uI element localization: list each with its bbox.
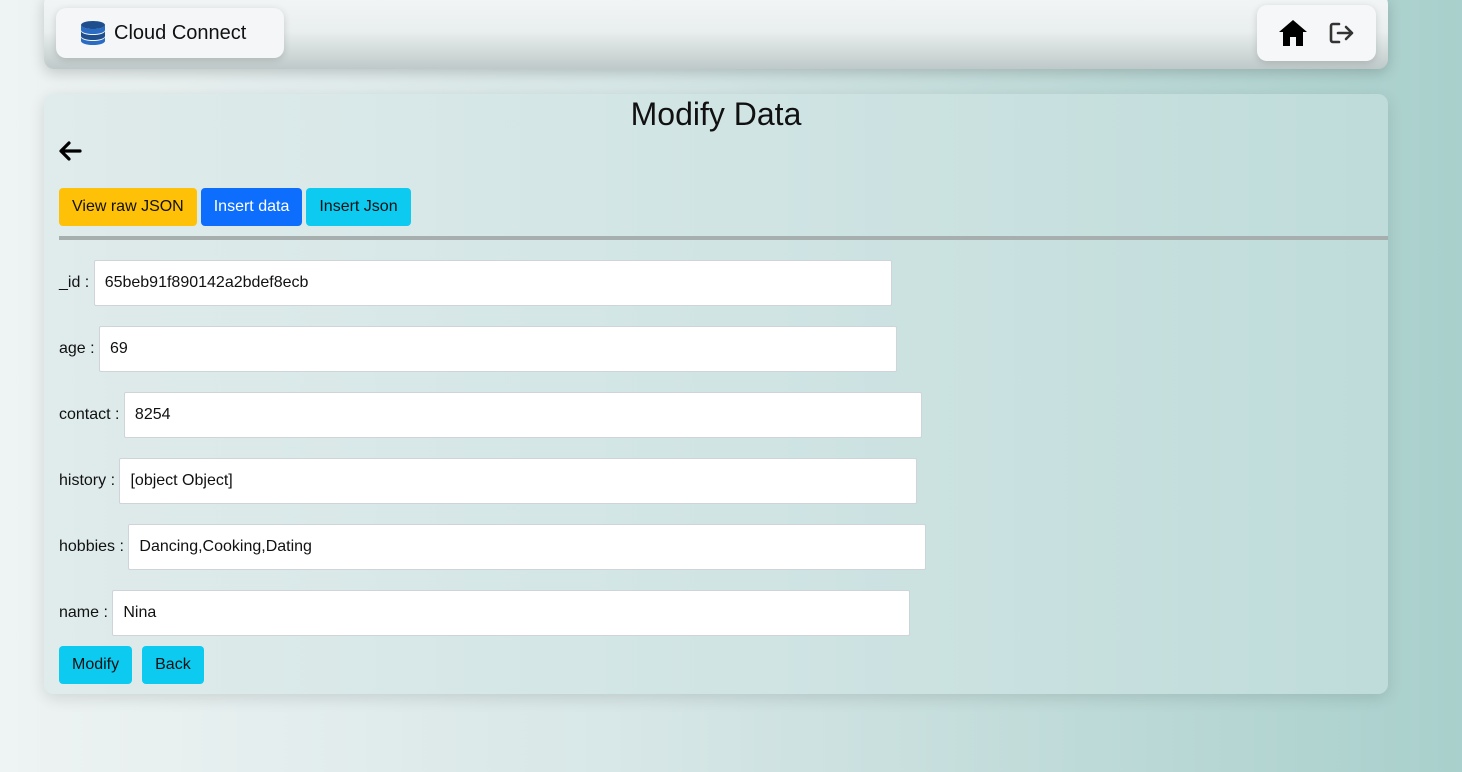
view-raw-json-button[interactable]: View raw JSON	[59, 188, 197, 226]
field-contact: contact :	[59, 392, 922, 438]
field-label-history: history :	[59, 472, 120, 489]
field-age: age :	[59, 326, 898, 372]
home-icon[interactable]	[1278, 19, 1308, 47]
field-history: history :	[59, 458, 918, 504]
navbar: Cloud Connect	[44, 0, 1388, 69]
form-actions: Modify Back	[59, 646, 204, 684]
divider	[59, 236, 1388, 240]
toolbar: View raw JSON Insert data Insert Json	[59, 188, 411, 226]
field-label-age: age :	[59, 340, 100, 357]
field-hobbies: hobbies :	[59, 524, 927, 570]
name-input[interactable]	[112, 590, 911, 636]
contact-input[interactable]	[123, 392, 922, 438]
modify-data-card: Modify Data View raw JSON Insert data In…	[44, 94, 1388, 694]
id-input[interactable]	[93, 260, 892, 306]
insert-json-button[interactable]: Insert Json	[306, 188, 411, 226]
modify-button[interactable]: Modify	[59, 646, 133, 684]
back-button[interactable]: Back	[142, 646, 204, 684]
history-input[interactable]	[119, 458, 918, 504]
logout-icon[interactable]	[1329, 21, 1355, 45]
hobbies-input[interactable]	[128, 524, 927, 570]
brand-name: Cloud Connect	[114, 21, 247, 44]
page-title: Modify Data	[630, 96, 802, 132]
field-label-id: _id :	[59, 274, 94, 291]
age-input[interactable]	[99, 326, 898, 372]
field-name: name :	[59, 590, 911, 636]
arrow-left-icon[interactable]	[58, 140, 82, 167]
field-label-hobbies: hobbies :	[59, 538, 129, 555]
field-label-contact: contact :	[59, 406, 124, 423]
nav-icon-group	[1257, 5, 1376, 61]
field-label-name: name :	[59, 604, 113, 621]
field-id: _id :	[59, 260, 892, 306]
brand[interactable]: Cloud Connect	[56, 8, 284, 58]
database-icon	[80, 20, 106, 46]
insert-data-button[interactable]: Insert data	[200, 188, 303, 226]
